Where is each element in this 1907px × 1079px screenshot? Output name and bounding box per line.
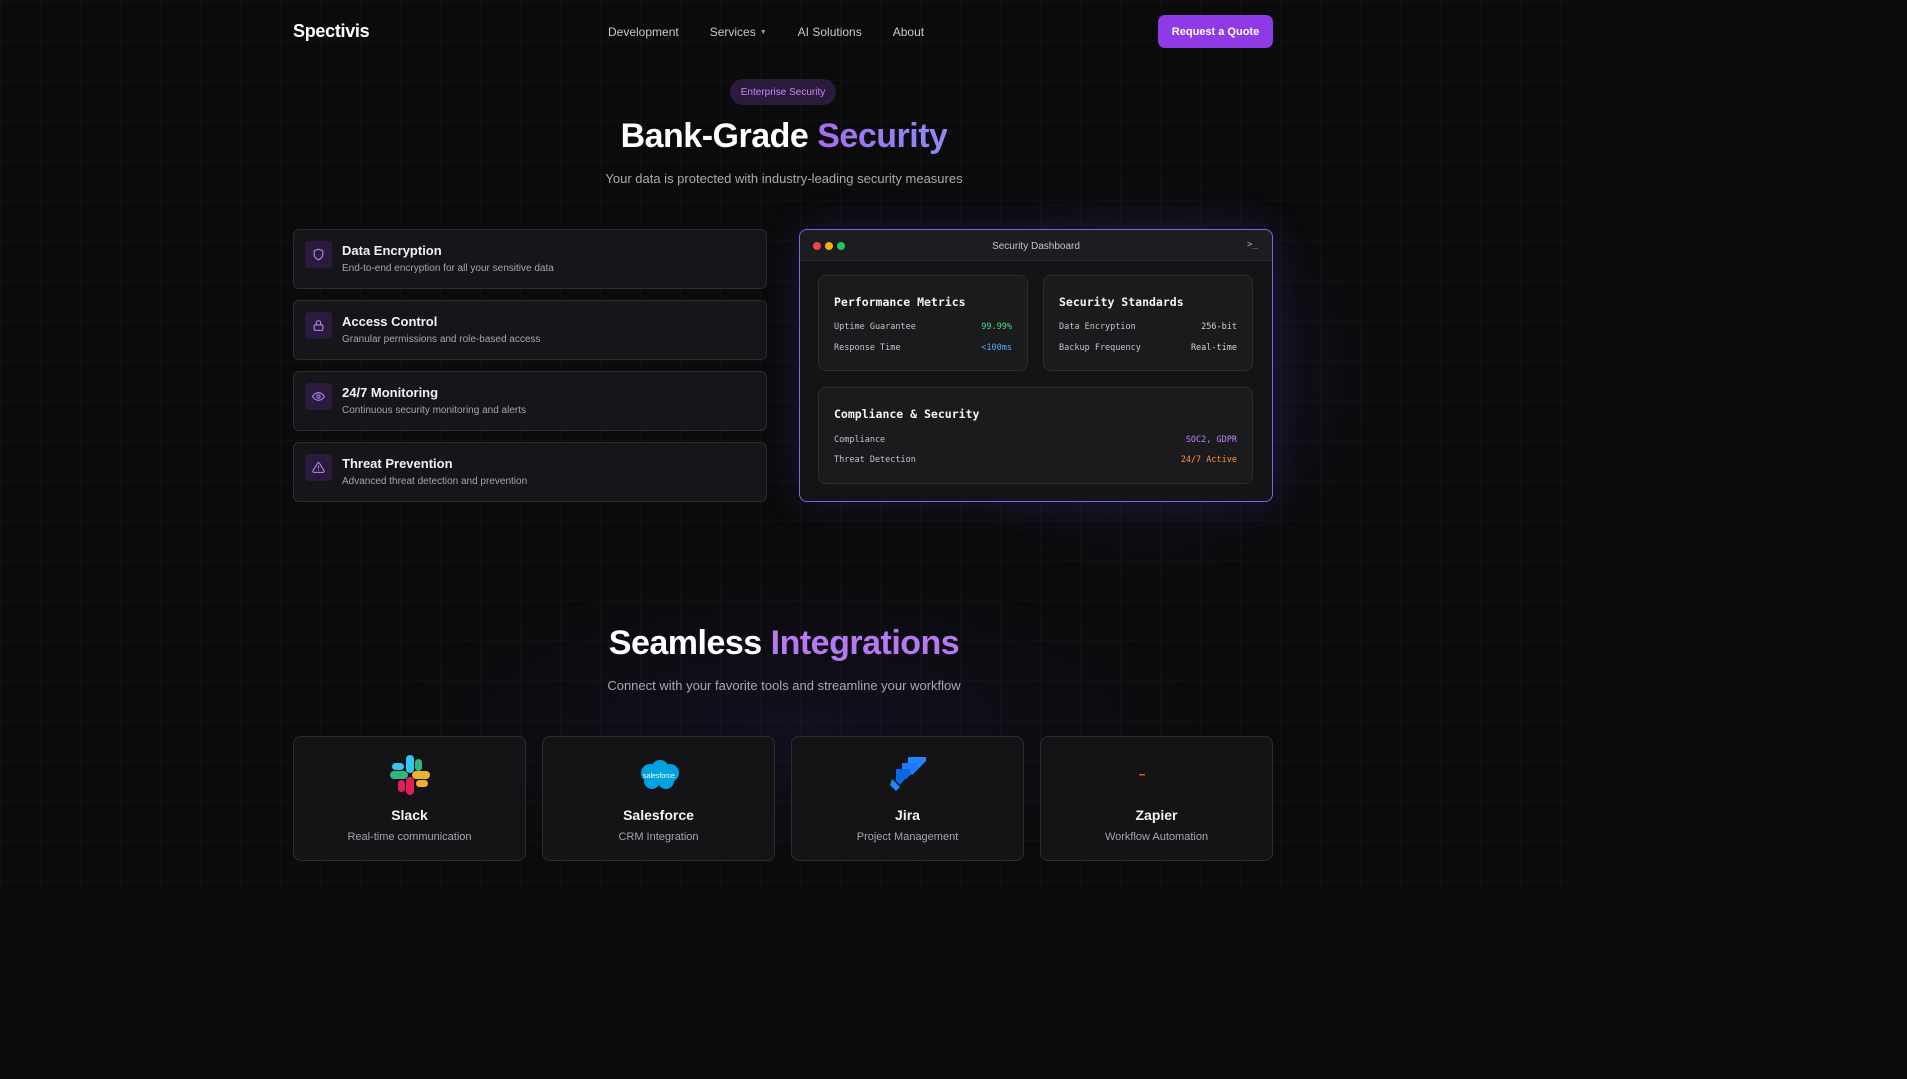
metric-label: Threat Detection <box>834 455 916 465</box>
feature-description: Granular permissions and role-based acce… <box>342 334 541 345</box>
metric-value: SOC2, GDPR <box>1185 435 1237 445</box>
feature-title: Access Control <box>342 314 438 329</box>
nav-link-about[interactable]: About <box>893 25 924 39</box>
integration-description: CRM Integration <box>618 831 699 843</box>
metric-label: Compliance <box>834 435 886 445</box>
metric-value: <100ms <box>981 343 1012 353</box>
request-quote-button[interactable]: Request a Quote <box>1158 15 1273 48</box>
feature-card-data-encryption[interactable]: Data Encryption End-to-end encryption fo… <box>293 229 767 289</box>
feature-title: Threat Prevention <box>342 456 453 471</box>
nav-link-services[interactable]: Services ▼ <box>710 25 767 39</box>
integrations-heading-main: Seamless <box>608 624 771 662</box>
feature-description: End-to-end encryption for all your sensi… <box>342 263 554 274</box>
top-navigation: Spectivis Development Services ▼ AI Solut… <box>293 15 1273 48</box>
nav-links: Development Services ▼ AI Solutions About <box>608 25 955 39</box>
integration-description: Project Management <box>856 831 959 843</box>
integration-name: Jira <box>895 807 920 823</box>
terminal-icon: >_ <box>1247 240 1258 250</box>
lock-icon <box>305 312 332 339</box>
security-heading-accent: Security <box>817 117 948 155</box>
window-title: Security Dashboard <box>992 241 1080 252</box>
panel-title: Compliance & Security <box>834 407 980 421</box>
security-features-list: Data Encryption End-to-end encryption fo… <box>293 229 767 513</box>
metric-label: Response Time <box>834 343 901 353</box>
metric-row: Compliance SOC2, GDPR <box>834 435 1237 445</box>
panel-title: Security Standards <box>1059 295 1184 309</box>
chevron-down-icon: ▼ <box>759 29 767 37</box>
integration-card-salesforce[interactable]: salesforce Salesforce CRM Integration <box>542 736 775 861</box>
integrations-heading-accent: Integrations <box>770 624 960 662</box>
integrations-grid: Slack Real-time communication salesforce… <box>293 736 1273 861</box>
integration-name: Slack <box>391 807 428 823</box>
integration-description: Workflow Automation <box>1104 831 1209 843</box>
integrations-subtitle: Connect with your favorite tools and str… <box>607 678 961 693</box>
compliance-security-panel: Compliance & Security Compliance SOC2, G… <box>818 387 1253 484</box>
feature-card-access-control[interactable]: Access Control Granular permissions and … <box>293 300 767 360</box>
metric-row: Backup Frequency Real-time <box>1059 343 1237 353</box>
nav-link-development[interactable]: Development <box>608 25 679 39</box>
shield-icon <box>305 241 332 268</box>
feature-card-monitoring[interactable]: 24/7 Monitoring Continuous security moni… <box>293 371 767 431</box>
metric-value: 24/7 Active <box>1180 455 1237 465</box>
nav-link-ai-solutions[interactable]: AI Solutions <box>798 25 862 39</box>
nav-link-services-label: Services <box>709 25 756 39</box>
panel-title: Performance Metrics <box>834 295 966 309</box>
eye-icon <box>305 383 332 410</box>
metric-label: Data Encryption <box>1059 322 1136 332</box>
metric-row: Threat Detection 24/7 Active <box>834 455 1237 465</box>
integration-card-slack[interactable]: Slack Real-time communication <box>293 736 526 861</box>
integrations-heading: Seamless Integrations <box>0 624 1568 663</box>
security-standards-panel: Security Standards Data Encryption 256-b… <box>1043 275 1253 371</box>
feature-title: 24/7 Monitoring <box>342 385 439 400</box>
integration-description: Real-time communication <box>347 831 472 843</box>
metric-row: Data Encryption 256-bit <box>1059 322 1237 332</box>
feature-description: Continuous security monitoring and alert… <box>342 405 526 416</box>
slack-logo-icon <box>294 753 525 797</box>
feature-card-threat-prevention[interactable]: Threat Prevention Advanced threat detect… <box>293 442 767 502</box>
brand-logo[interactable]: Spectivis <box>293 21 370 42</box>
metric-row: Uptime Guarantee 99.99% <box>834 322 1012 332</box>
metric-label: Backup Frequency <box>1059 343 1141 353</box>
security-heading-main: Bank-Grade <box>620 117 818 155</box>
integration-card-zapier[interactable]: Zapier Workflow Automation <box>1040 736 1273 861</box>
salesforce-logo-text: salesforce <box>643 773 675 780</box>
integration-name: Zapier <box>1135 807 1178 823</box>
metric-label: Uptime Guarantee <box>834 322 916 332</box>
metric-value: Real-time <box>1190 343 1237 353</box>
feature-description: Advanced threat detection and prevention <box>342 476 528 487</box>
metric-value: 99.99% <box>981 322 1012 332</box>
integration-card-jira[interactable]: Jira Project Management <box>791 736 1024 861</box>
integration-name: Salesforce <box>623 807 694 823</box>
window-title-bar: Security Dashboard >_ <box>800 230 1272 261</box>
security-subtitle: Your data is protected with industry-lea… <box>605 171 963 186</box>
metric-row: Response Time <100ms <box>834 343 1012 353</box>
feature-title: Data Encryption <box>342 243 442 258</box>
salesforce-logo-icon: salesforce <box>543 753 774 797</box>
warning-icon <box>305 454 332 481</box>
performance-metrics-panel: Performance Metrics Uptime Guarantee 99.… <box>818 275 1028 371</box>
security-dashboard-window: Security Dashboard >_ Performance Metric… <box>799 229 1273 502</box>
enterprise-security-badge: Enterprise Security <box>730 79 836 105</box>
jira-logo-icon <box>792 753 1023 797</box>
zapier-logo-icon <box>1041 753 1272 797</box>
security-heading: Bank-Grade Security <box>0 117 1568 156</box>
metric-value: 256-bit <box>1201 322 1237 332</box>
